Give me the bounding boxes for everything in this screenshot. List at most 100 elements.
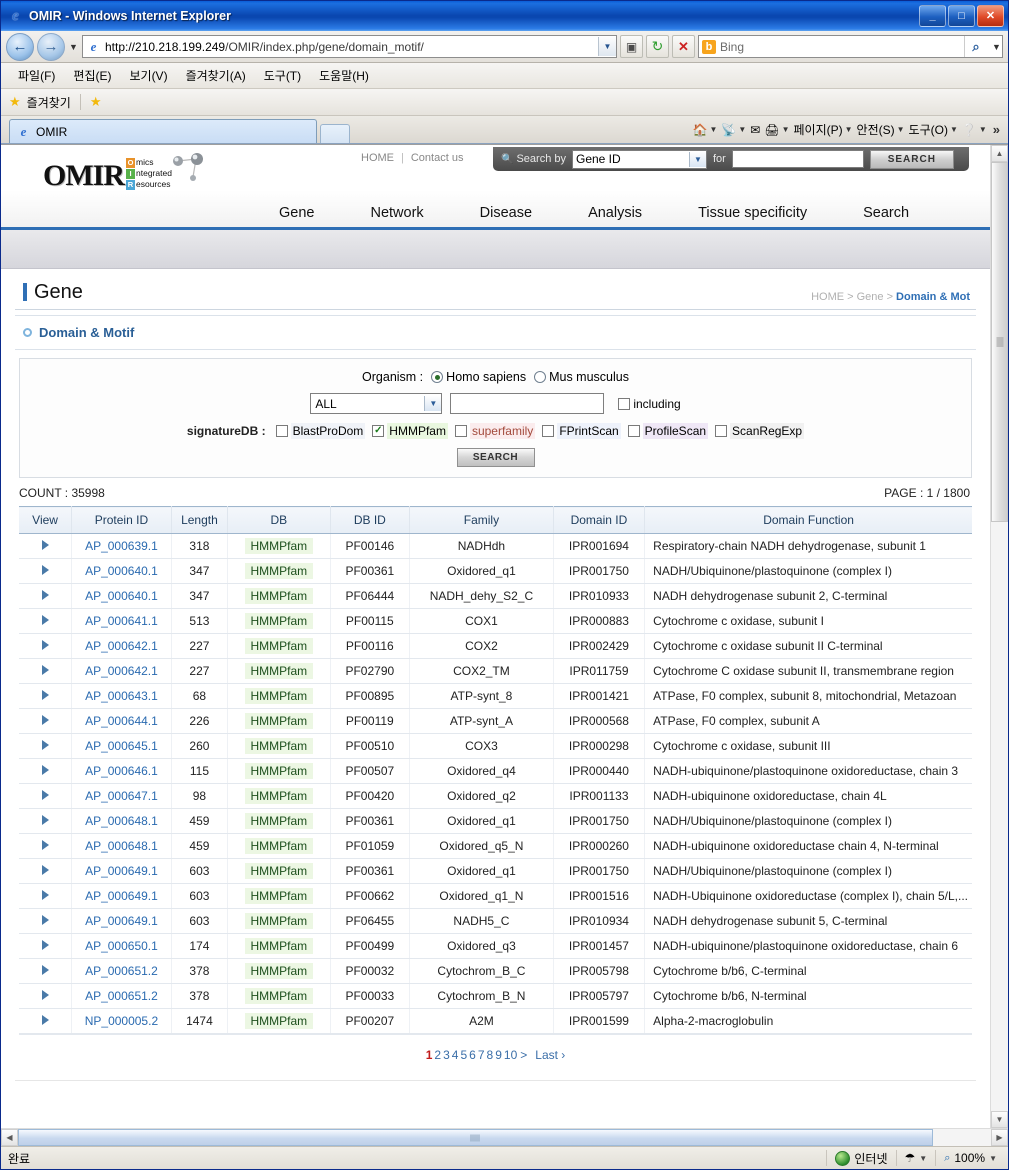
- horizontal-scroll-thumb[interactable]: [18, 1129, 933, 1146]
- protein-id-cell[interactable]: NP_000005.2: [71, 1008, 172, 1034]
- table-row[interactable]: AP_000640.1 347 HMMPfam PF00361 Oxidored_q1 I…: [19, 558, 972, 584]
- keyword-input[interactable]: [450, 393, 605, 414]
- protein-id-link[interactable]: AP_000639.1: [85, 539, 158, 553]
- protein-id-cell[interactable]: AP_000651.2: [71, 983, 172, 1009]
- protein-id-link[interactable]: AP_000644.1: [85, 714, 158, 728]
- close-button[interactable]: ✕: [977, 5, 1004, 27]
- stop-icon[interactable]: ✕: [672, 35, 695, 58]
- tools-menu[interactable]: 도구(O) ▼: [909, 121, 958, 138]
- scroll-down-button[interactable]: ▼: [991, 1111, 1008, 1128]
- protein-id-cell[interactable]: AP_000648.1: [71, 833, 172, 859]
- nav-gene[interactable]: Gene: [251, 205, 342, 221]
- page-link-7[interactable]: 7: [478, 1048, 485, 1062]
- compatibility-view-icon[interactable]: ▣: [620, 35, 643, 58]
- chevron-down-icon[interactable]: ▼: [424, 396, 442, 411]
- protein-id-link[interactable]: AP_000648.1: [85, 814, 158, 828]
- view-cell[interactable]: [19, 958, 73, 984]
- page-link-4[interactable]: 4: [452, 1048, 459, 1062]
- view-cell[interactable]: [19, 783, 73, 809]
- column-header-protein-id[interactable]: Protein ID: [71, 506, 172, 534]
- scroll-up-button[interactable]: ▲: [991, 145, 1008, 162]
- protein-id-cell[interactable]: AP_000649.1: [71, 908, 172, 934]
- expand-row-icon[interactable]: [41, 665, 49, 675]
- view-cell[interactable]: [19, 758, 73, 784]
- table-row[interactable]: AP_000648.1 459 HMMPfam PF00361 Oxidored_q1 I…: [19, 808, 972, 834]
- view-cell[interactable]: [19, 558, 73, 584]
- search-provider-chevron-down-icon[interactable]: ▼: [991, 42, 1002, 52]
- protein-id-link[interactable]: AP_000645.1: [85, 739, 158, 753]
- toolbar-overflow-icon[interactable]: »: [991, 122, 1002, 137]
- view-cell[interactable]: [19, 808, 73, 834]
- protein-id-cell[interactable]: AP_000648.1: [71, 808, 172, 834]
- expand-row-icon[interactable]: [41, 540, 49, 550]
- view-cell[interactable]: [19, 1008, 73, 1034]
- horizontal-scrollbar[interactable]: ◀ ▶: [1, 1128, 1008, 1146]
- protein-id-cell[interactable]: AP_000639.1: [71, 533, 172, 559]
- protein-id-cell[interactable]: AP_000640.1: [71, 583, 172, 609]
- menu-help[interactable]: 도움말(H): [310, 65, 378, 86]
- page-link-5[interactable]: 5: [460, 1048, 467, 1062]
- vertical-scroll-thumb[interactable]: [991, 162, 1008, 522]
- protein-id-link[interactable]: AP_000640.1: [85, 564, 158, 578]
- scroll-right-button[interactable]: ▶: [991, 1129, 1008, 1146]
- page-link-8[interactable]: 8: [487, 1048, 494, 1062]
- protein-id-link[interactable]: AP_000649.1: [85, 864, 158, 878]
- search-icon[interactable]: ⌕: [964, 36, 987, 57]
- protein-id-cell[interactable]: AP_000649.1: [71, 858, 172, 884]
- protein-id-cell[interactable]: AP_000651.2: [71, 958, 172, 984]
- table-row[interactable]: AP_000641.1 513 HMMPfam PF00115 COX1 IPR00088…: [19, 608, 972, 634]
- nav-tissue-specificity[interactable]: Tissue specificity: [670, 205, 835, 221]
- protein-id-cell[interactable]: AP_000640.1: [71, 558, 172, 584]
- feeds-icon[interactable]: 📡 ▼: [721, 123, 746, 137]
- protein-id-link[interactable]: AP_000651.2: [85, 989, 158, 1003]
- column-header-db-id[interactable]: DB ID: [330, 506, 411, 534]
- table-row[interactable]: AP_000649.1 603 HMMPfam PF00361 Oxidored_q1 I…: [19, 858, 972, 884]
- view-cell[interactable]: [19, 708, 73, 734]
- menu-view[interactable]: 보기(V): [120, 65, 176, 86]
- view-cell[interactable]: [19, 633, 73, 659]
- link-contact-us[interactable]: Contact us: [411, 152, 464, 164]
- page-link-1[interactable]: 1: [426, 1048, 433, 1062]
- minimize-button[interactable]: _: [919, 5, 946, 27]
- protein-id-link[interactable]: AP_000643.1: [85, 689, 158, 703]
- table-row[interactable]: AP_000648.1 459 HMMPfam PF01059 Oxidored_q5_…: [19, 833, 972, 859]
- address-input[interactable]: e http://210.218.199.249/OMIR/index.php/…: [82, 35, 617, 58]
- add-to-favorites-icon[interactable]: ★: [90, 94, 102, 110]
- table-row[interactable]: AP_000649.1 603 HMMPfam PF00662 Oxidored_q1_…: [19, 883, 972, 909]
- checkbox-superfamily[interactable]: superfamily: [454, 423, 536, 439]
- horizontal-scroll-track[interactable]: [18, 1129, 991, 1146]
- protein-id-link[interactable]: AP_000640.1: [85, 589, 158, 603]
- page-link-6[interactable]: 6: [469, 1048, 476, 1062]
- protein-id-link[interactable]: AP_000642.1: [85, 639, 158, 653]
- view-cell[interactable]: [19, 833, 73, 859]
- back-button[interactable]: ←: [6, 32, 34, 61]
- home-button[interactable]: 🏠 ▼: [693, 123, 718, 137]
- safety-menu[interactable]: 안전(S) ▼: [857, 121, 905, 138]
- table-row[interactable]: AP_000651.2 378 HMMPfam PF00033 Cytochrom_B_…: [19, 983, 972, 1009]
- checkbox-hmmpfam[interactable]: ✓ HMMPfam: [372, 423, 448, 439]
- expand-row-icon[interactable]: [41, 715, 49, 725]
- column-header-domain-function[interactable]: Domain Function: [644, 506, 972, 534]
- protein-id-cell[interactable]: AP_000642.1: [71, 633, 172, 659]
- expand-row-icon[interactable]: [41, 590, 49, 600]
- expand-row-icon[interactable]: [41, 740, 49, 750]
- radio-mus-musculus[interactable]: Mus musculus: [534, 370, 629, 384]
- expand-row-icon[interactable]: [41, 765, 49, 775]
- view-cell[interactable]: [19, 983, 73, 1009]
- site-logo[interactable]: OMIR Omics Integrated Resources: [43, 157, 172, 191]
- protein-id-cell[interactable]: AP_000642.1: [71, 658, 172, 684]
- protein-id-cell[interactable]: AP_000645.1: [71, 733, 172, 759]
- table-row[interactable]: AP_000642.1 227 HMMPfam PF00116 COX2 IPR00242…: [19, 633, 972, 659]
- protein-id-cell[interactable]: AP_000643.1: [71, 683, 172, 709]
- expand-row-icon[interactable]: [41, 615, 49, 625]
- column-header-view[interactable]: View: [19, 506, 73, 534]
- expand-row-icon[interactable]: [41, 565, 49, 575]
- security-zone[interactable]: 인터넷: [826, 1150, 895, 1166]
- menu-file[interactable]: 파일(F): [9, 65, 64, 86]
- link-home[interactable]: HOME: [361, 152, 394, 164]
- search-by-select[interactable]: Gene ID ▼: [571, 149, 707, 169]
- checkbox-scanregexp[interactable]: ScanRegExp: [715, 423, 805, 439]
- view-cell[interactable]: [19, 933, 73, 959]
- protein-id-link[interactable]: AP_000649.1: [85, 889, 158, 903]
- favorites-button-label[interactable]: 즐겨찾기: [27, 94, 71, 111]
